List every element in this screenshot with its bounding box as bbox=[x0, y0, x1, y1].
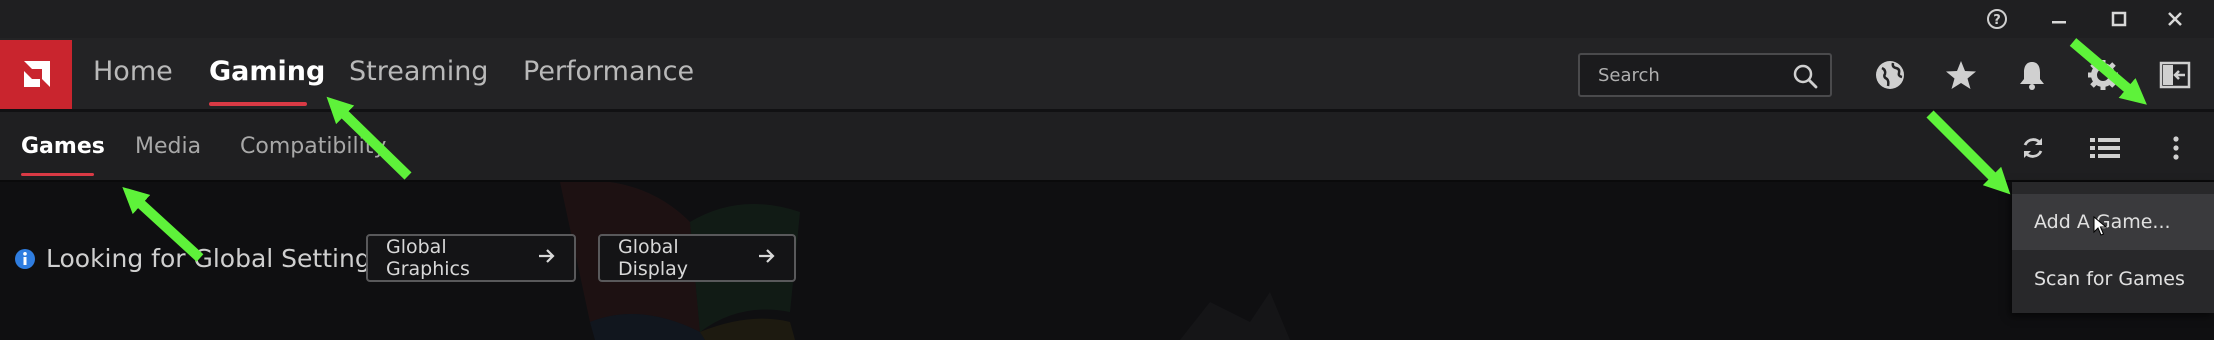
tab-compatibility[interactable]: Compatibility bbox=[240, 134, 386, 159]
gear-icon[interactable] bbox=[2082, 54, 2124, 96]
arrow-right-icon bbox=[538, 247, 556, 269]
svg-text:?: ? bbox=[1993, 13, 2001, 28]
menu-item-add-a-game[interactable]: Add A Game... bbox=[2012, 194, 2214, 250]
global-graphics-label: Global Graphics bbox=[386, 236, 470, 280]
list-view-icon[interactable] bbox=[2085, 128, 2125, 168]
more-options-icon[interactable] bbox=[2156, 128, 2196, 168]
maximize-icon[interactable] bbox=[2099, 4, 2139, 34]
arrow-right-icon bbox=[758, 247, 776, 269]
star-icon[interactable] bbox=[1940, 54, 1982, 96]
globe-icon[interactable] bbox=[1869, 54, 1911, 96]
close-icon[interactable] bbox=[2155, 4, 2195, 34]
nav-home[interactable]: Home bbox=[93, 56, 173, 87]
global-display-button[interactable]: Global Display bbox=[598, 234, 796, 282]
title-bar bbox=[0, 0, 2214, 38]
nav-gaming-active-indicator bbox=[209, 102, 307, 106]
amd-logo[interactable] bbox=[0, 40, 72, 110]
more-options-menu: Add A Game... Scan for Games bbox=[2012, 182, 2214, 313]
menu-item-scan-for-games[interactable]: Scan for Games bbox=[2012, 251, 2214, 307]
tab-games-active-indicator bbox=[21, 173, 94, 176]
refresh-icon[interactable] bbox=[2013, 128, 2053, 168]
tab-games[interactable]: Games bbox=[21, 134, 105, 159]
nav-gaming[interactable]: Gaming bbox=[209, 56, 325, 87]
global-graphics-button[interactable]: Global Graphics bbox=[366, 234, 576, 282]
menu-item-scan-for-games-label: Scan for Games bbox=[2034, 268, 2185, 290]
sidebar-toggle-icon[interactable] bbox=[2154, 54, 2196, 96]
minimize-icon[interactable] bbox=[2039, 4, 2079, 34]
global-display-label: Global Display bbox=[618, 236, 689, 280]
search-input[interactable] bbox=[1596, 64, 1780, 87]
mouse-cursor-icon bbox=[2093, 215, 2108, 240]
bell-icon[interactable] bbox=[2011, 54, 2053, 96]
search-icon[interactable] bbox=[1792, 63, 1818, 93]
search-box[interactable] bbox=[1578, 53, 1832, 97]
help-icon[interactable]: ? bbox=[1977, 4, 2017, 34]
info-icon bbox=[14, 248, 36, 274]
global-settings-prompt: Looking for Global Settings? bbox=[46, 244, 397, 273]
nav-streaming[interactable]: Streaming bbox=[349, 56, 488, 87]
tab-media[interactable]: Media bbox=[135, 134, 201, 159]
nav-performance[interactable]: Performance bbox=[523, 56, 694, 87]
